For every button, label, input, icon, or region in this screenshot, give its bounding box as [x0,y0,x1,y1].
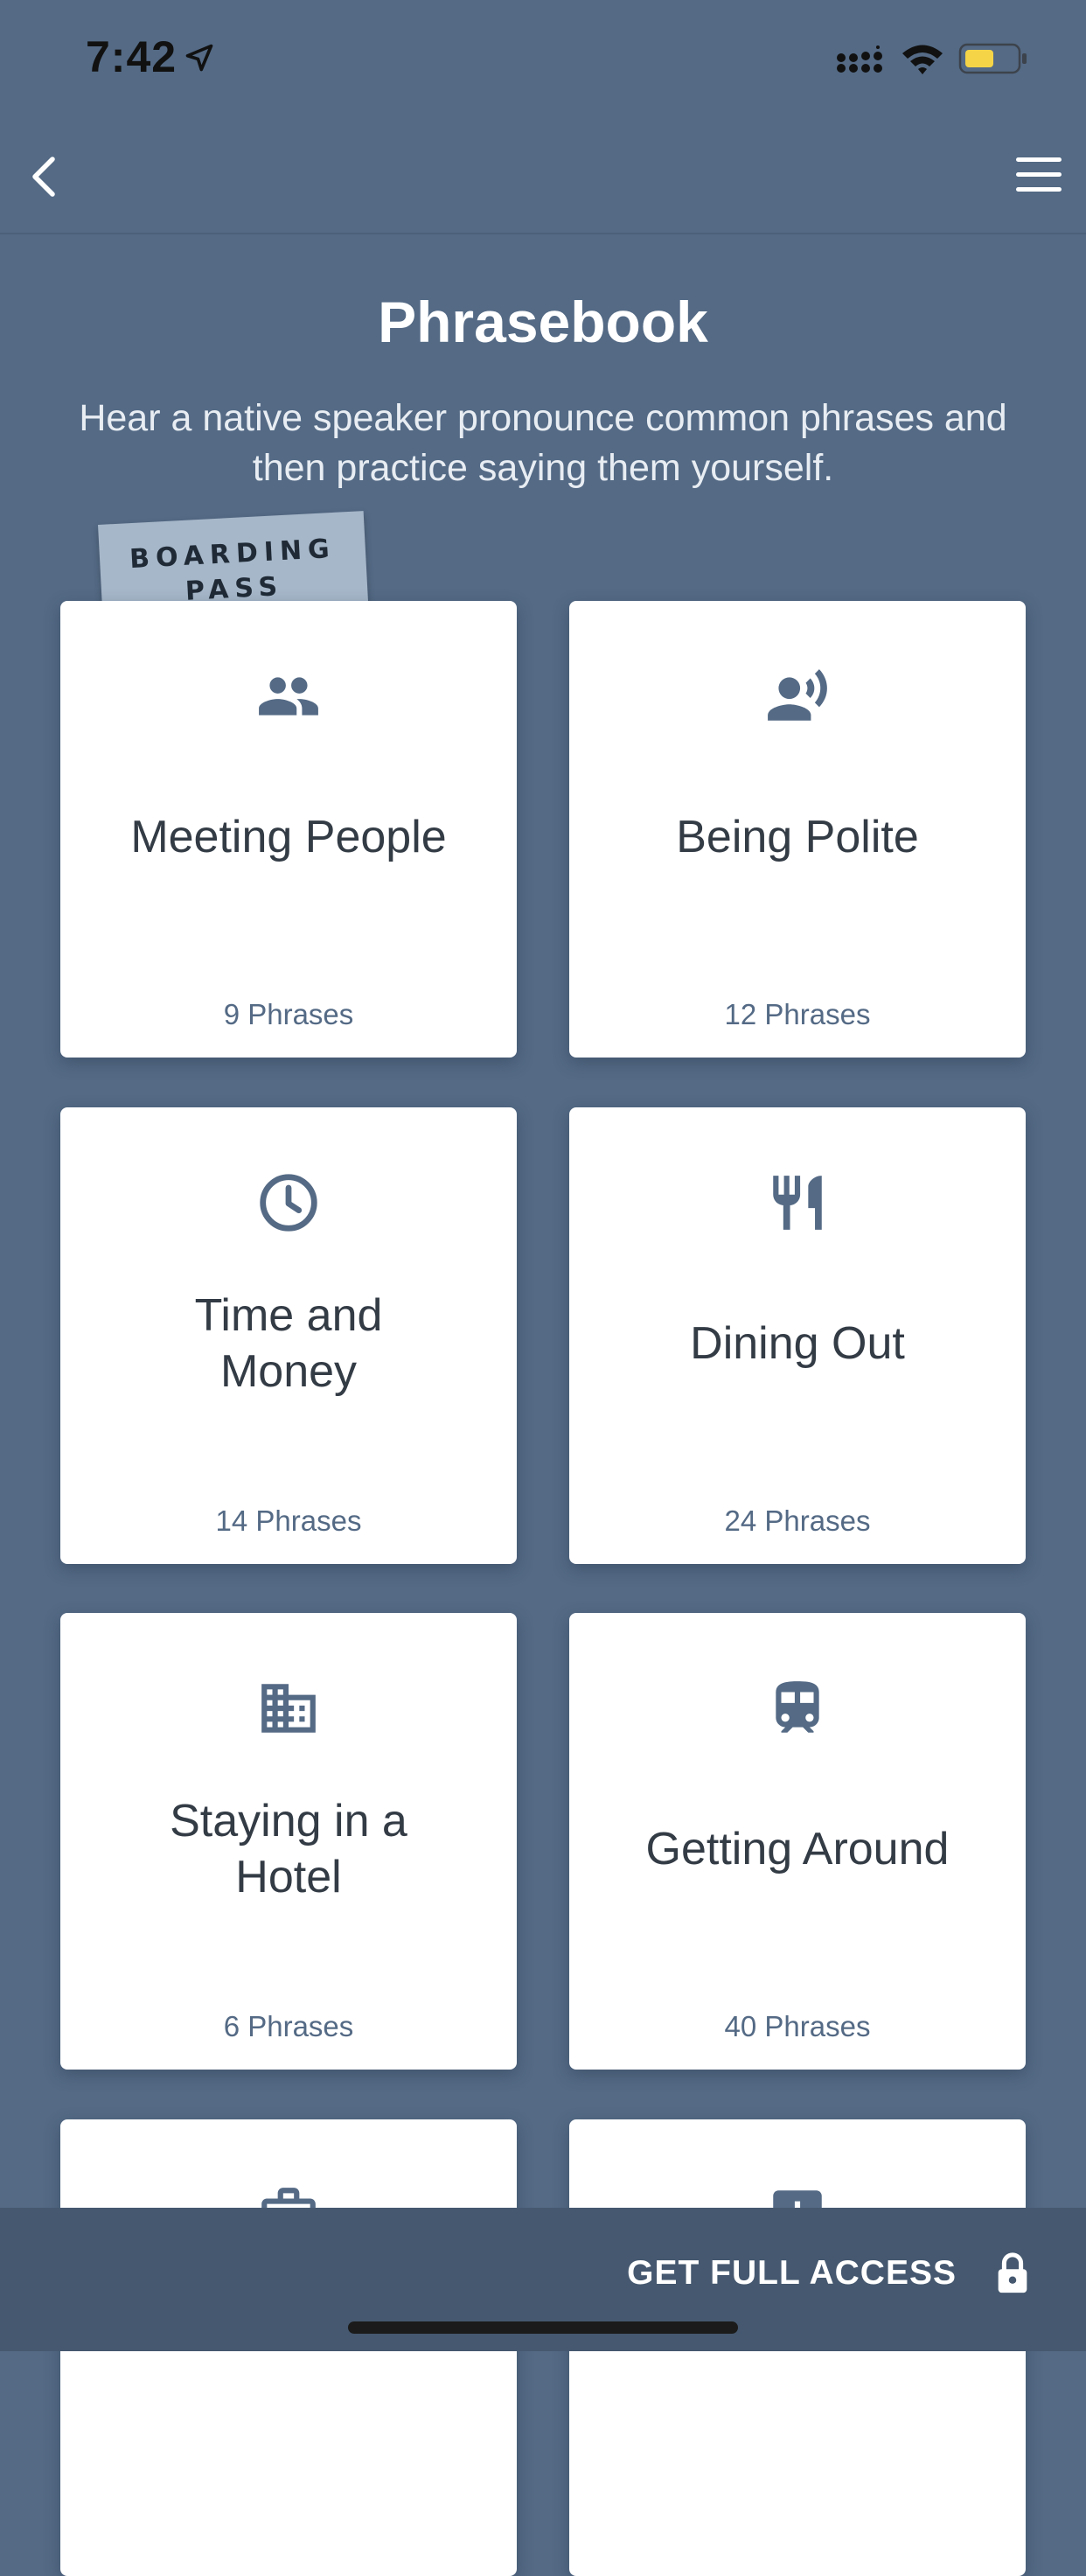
card-title: Dining Out [690,1318,905,1369]
page-title: Phrasebook [378,290,708,354]
category-card-time-and-money[interactable]: Time and Money 14 Phrases [60,1107,517,1564]
card-phrase-count: 24 Phrases [724,1504,871,1537]
card-phrase-count: 9 Phrases [223,998,354,1030]
speaking-person-icon [768,669,827,721]
page-subtitle: Hear a native speaker pronounce common p… [79,397,1007,489]
nav-bar [0,115,1086,234]
card-phrase-count: 12 Phrases [724,998,871,1030]
get-full-access-button[interactable]: GET FULL ACCESS [627,2243,1030,2304]
card-title: Being Polite [676,812,919,862]
card-title: Staying in a Hotel [170,1796,407,1902]
location-arrow-icon [185,44,213,72]
cellular-signal-icon [837,45,882,73]
status-bar: 7:42 [0,0,1086,115]
card-phrase-count: 6 Phrases [223,2010,354,2042]
card-title: Getting Around [645,1824,950,1874]
category-card-being-polite[interactable]: Being Polite 12 Phrases [569,601,1026,1058]
card-phrase-count: 14 Phrases [215,1504,362,1537]
category-card-meeting-people[interactable]: Meeting People 9 Phrases [60,601,517,1058]
clock-icon [260,1174,317,1232]
hamburger-menu-icon[interactable] [1013,152,1065,198]
building-icon [261,1684,316,1733]
people-icon [259,677,318,716]
chevron-left-icon[interactable] [19,150,72,203]
status-time: 7:42 [86,32,178,81]
category-card-staying-in-a-hotel[interactable]: Staying in a Hotel 6 Phrases [60,1613,517,2070]
train-icon [776,1681,819,1733]
get-full-access-label: GET FULL ACCESS [627,2254,957,2292]
bottom-bar: GET FULL ACCESS [0,2208,1086,2351]
lock-icon [998,2252,1027,2293]
wifi-icon [902,45,943,74]
card-title: Meeting People [130,812,447,862]
battery-icon [958,43,1027,74]
category-card-dining-out[interactable]: Dining Out 24 Phrases [569,1107,1026,1564]
category-card-getting-around[interactable]: Getting Around 40 Phrases [569,1613,1026,2070]
card-phrase-count: 40 Phrases [724,2010,871,2042]
card-title: Time and Money [194,1290,383,1397]
fork-knife-icon [773,1176,822,1230]
home-indicator [348,2321,738,2334]
